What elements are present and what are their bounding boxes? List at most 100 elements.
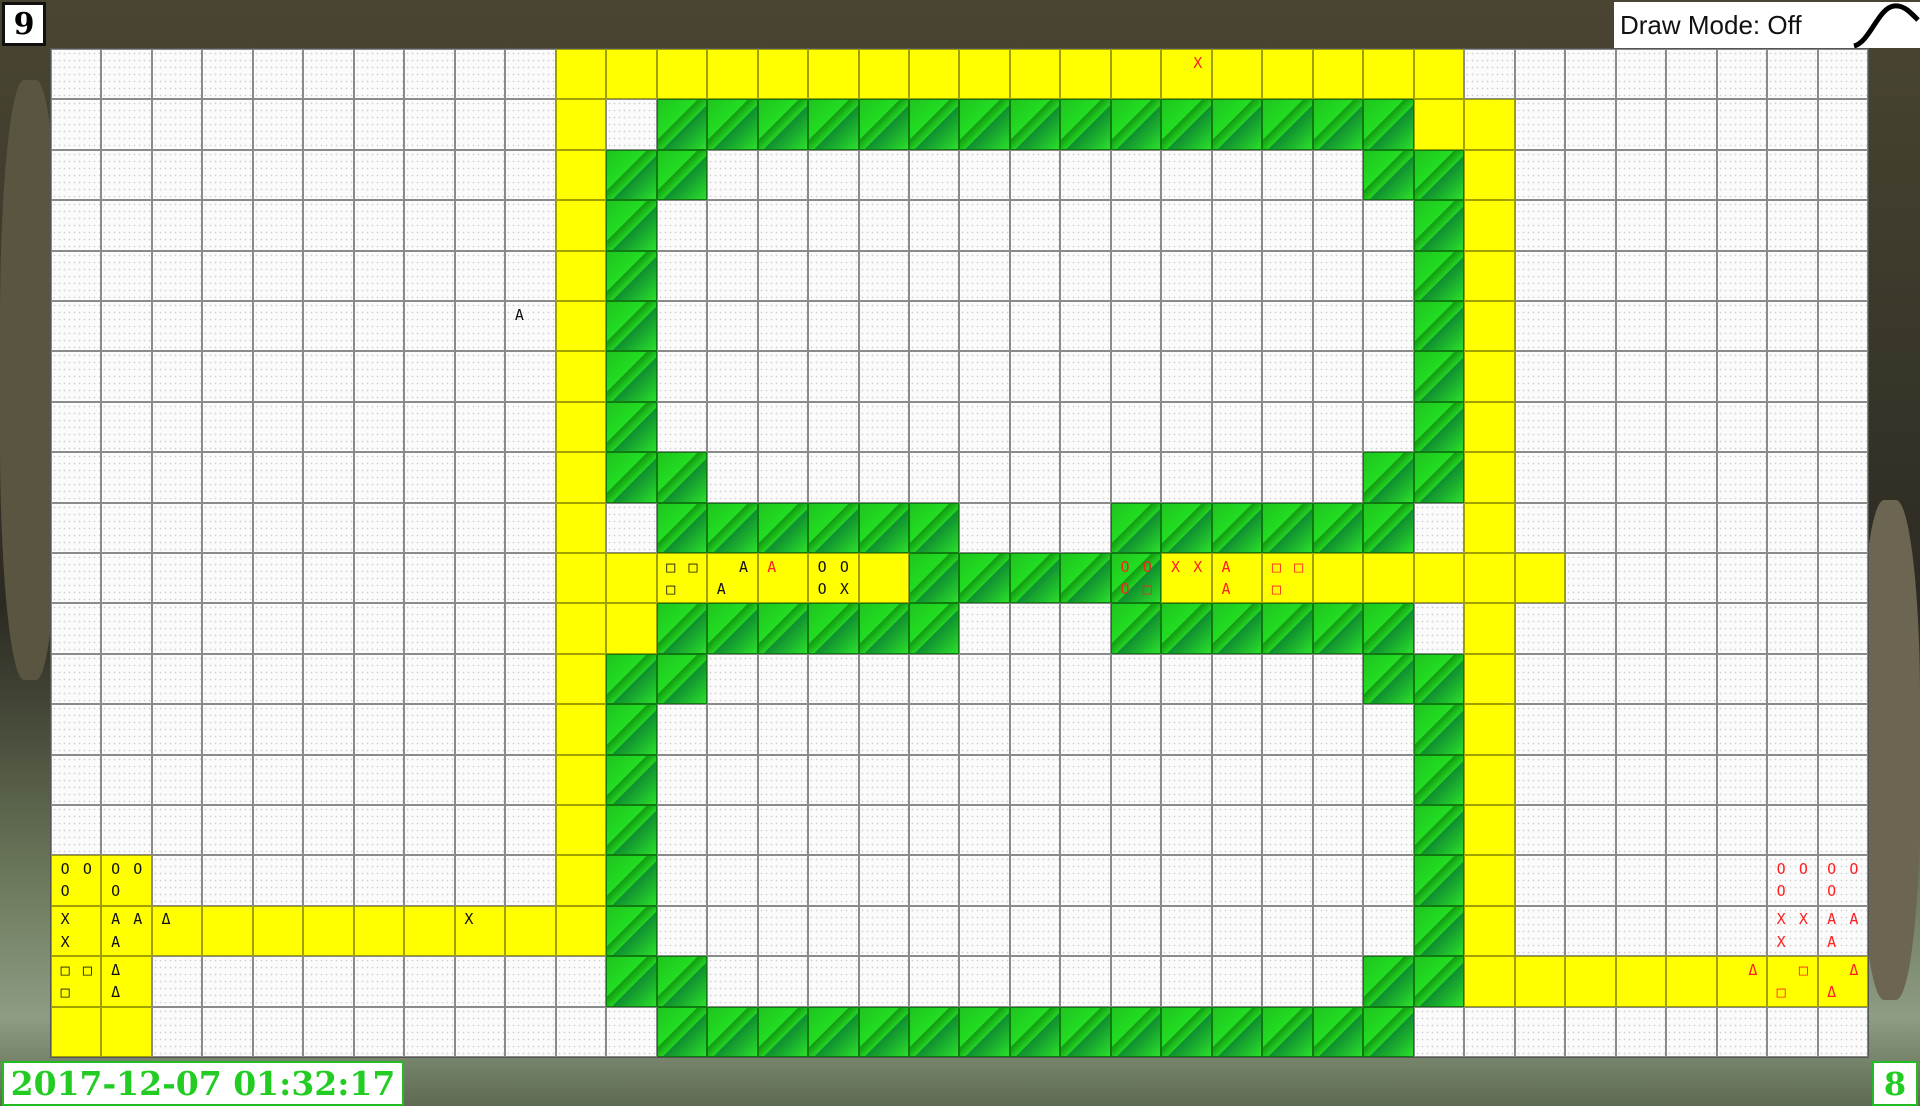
- empty-tile[interactable]: [1009, 452, 1061, 503]
- empty-tile[interactable]: [1312, 200, 1364, 251]
- empty-tile[interactable]: [303, 250, 354, 301]
- path-tile[interactable]: [1413, 99, 1465, 150]
- empty-tile[interactable]: [1211, 805, 1263, 856]
- path-tile[interactable]: [1464, 603, 1515, 654]
- empty-tile[interactable]: [404, 49, 455, 100]
- empty-tile[interactable]: [1363, 401, 1414, 453]
- empty-tile[interactable]: [252, 301, 304, 352]
- empty-tile[interactable]: [454, 49, 506, 100]
- empty-tile[interactable]: [757, 905, 809, 957]
- empty-tile[interactable]: [1312, 452, 1364, 503]
- empty-tile[interactable]: [1211, 653, 1263, 705]
- empty-tile[interactable]: [656, 754, 708, 805]
- empty-tile[interactable]: [1666, 704, 1717, 755]
- empty-tile[interactable]: [101, 301, 152, 352]
- empty-tile[interactable]: [1767, 553, 1818, 604]
- path-tile[interactable]: [707, 49, 758, 100]
- empty-tile[interactable]: [757, 653, 809, 705]
- empty-tile[interactable]: [1464, 1006, 1515, 1057]
- path-tile[interactable]: AA: [1211, 553, 1263, 604]
- path-tile[interactable]: [1262, 49, 1313, 100]
- empty-tile[interactable]: [1312, 351, 1364, 402]
- path-tile[interactable]: [1464, 149, 1515, 201]
- empty-tile[interactable]: [1565, 805, 1616, 856]
- empty-tile[interactable]: [959, 905, 1010, 957]
- path-tile[interactable]: X: [1161, 49, 1212, 100]
- empty-tile[interactable]: [656, 200, 708, 251]
- empty-tile[interactable]: [101, 49, 152, 100]
- empty-tile[interactable]: [505, 149, 556, 201]
- empty-tile[interactable]: [151, 351, 203, 402]
- empty-tile[interactable]: [454, 653, 506, 705]
- empty-tile[interactable]: [1615, 149, 1667, 201]
- empty-tile[interactable]: [909, 956, 960, 1007]
- empty-tile[interactable]: [1363, 250, 1414, 301]
- empty-tile[interactable]: [1312, 956, 1364, 1007]
- empty-tile[interactable]: [1817, 553, 1868, 604]
- empty-tile[interactable]: [1514, 653, 1566, 705]
- empty-tile[interactable]: [757, 805, 809, 856]
- wall-tile[interactable]: [1363, 502, 1414, 553]
- wall-tile[interactable]: [606, 855, 657, 906]
- empty-tile[interactable]: [454, 149, 506, 201]
- path-tile[interactable]: [606, 603, 657, 654]
- path-tile[interactable]: □ □ □: [656, 553, 708, 604]
- wall-tile[interactable]: [1312, 99, 1364, 150]
- wall-tile[interactable]: [959, 99, 1010, 150]
- wall-tile[interactable]: [1363, 1006, 1414, 1057]
- path-tile[interactable]: [1312, 49, 1364, 100]
- empty-tile[interactable]: [404, 603, 455, 654]
- empty-tile[interactable]: [707, 905, 758, 957]
- wall-tile[interactable]: [1413, 149, 1465, 201]
- wall-tile[interactable]: [909, 502, 960, 553]
- wall-tile[interactable]: [808, 603, 859, 654]
- empty-tile[interactable]: [1615, 452, 1667, 503]
- empty-tile[interactable]: [1817, 1006, 1868, 1057]
- empty-tile[interactable]: [252, 502, 304, 553]
- empty-tile[interactable]: [1666, 99, 1717, 150]
- empty-tile[interactable]: [1110, 905, 1162, 957]
- path-tile[interactable]: [555, 603, 607, 654]
- path-tile[interactable]: [1413, 553, 1465, 604]
- empty-tile[interactable]: [707, 401, 758, 453]
- empty-tile[interactable]: [707, 855, 758, 906]
- path-tile[interactable]: □ □: [1767, 956, 1818, 1007]
- empty-tile[interactable]: [707, 452, 758, 503]
- empty-tile[interactable]: [303, 200, 354, 251]
- wall-tile[interactable]: [1312, 502, 1364, 553]
- empty-tile[interactable]: [858, 452, 910, 503]
- empty-tile[interactable]: [1615, 805, 1667, 856]
- empty-tile[interactable]: [1565, 351, 1616, 402]
- empty-tile[interactable]: [858, 401, 910, 453]
- empty-tile[interactable]: [151, 754, 203, 805]
- empty-tile[interactable]: [959, 351, 1010, 402]
- empty-tile[interactable]: [454, 603, 506, 654]
- empty-tile[interactable]: [454, 502, 506, 553]
- empty-tile[interactable]: [1262, 704, 1313, 755]
- empty-tile[interactable]: [151, 502, 203, 553]
- wall-tile[interactable]: [606, 351, 657, 402]
- empty-tile[interactable]: [1262, 805, 1313, 856]
- empty-tile[interactable]: [151, 956, 203, 1007]
- empty-tile[interactable]: [1565, 653, 1616, 705]
- empty-tile[interactable]: [808, 653, 859, 705]
- wall-tile[interactable]: [858, 502, 910, 553]
- empty-tile[interactable]: [1716, 149, 1768, 201]
- wall-tile[interactable]: [959, 1006, 1010, 1057]
- empty-tile[interactable]: [1514, 49, 1566, 100]
- wall-tile[interactable]: [1413, 250, 1465, 301]
- wall-tile[interactable]: [656, 99, 708, 150]
- empty-tile[interactable]: [1615, 250, 1667, 301]
- wall-tile[interactable]: [1110, 99, 1162, 150]
- empty-tile[interactable]: [656, 805, 708, 856]
- empty-tile[interactable]: [909, 805, 960, 856]
- wall-tile[interactable]: [1211, 1006, 1263, 1057]
- empty-tile[interactable]: [1060, 301, 1111, 352]
- empty-tile[interactable]: [656, 905, 708, 957]
- path-tile[interactable]: ΔΔ: [101, 956, 152, 1007]
- empty-tile[interactable]: [1110, 351, 1162, 402]
- empty-tile[interactable]: [959, 452, 1010, 503]
- wall-tile[interactable]: [656, 653, 708, 705]
- empty-tile[interactable]: [1615, 603, 1667, 654]
- path-tile[interactable]: [555, 653, 607, 705]
